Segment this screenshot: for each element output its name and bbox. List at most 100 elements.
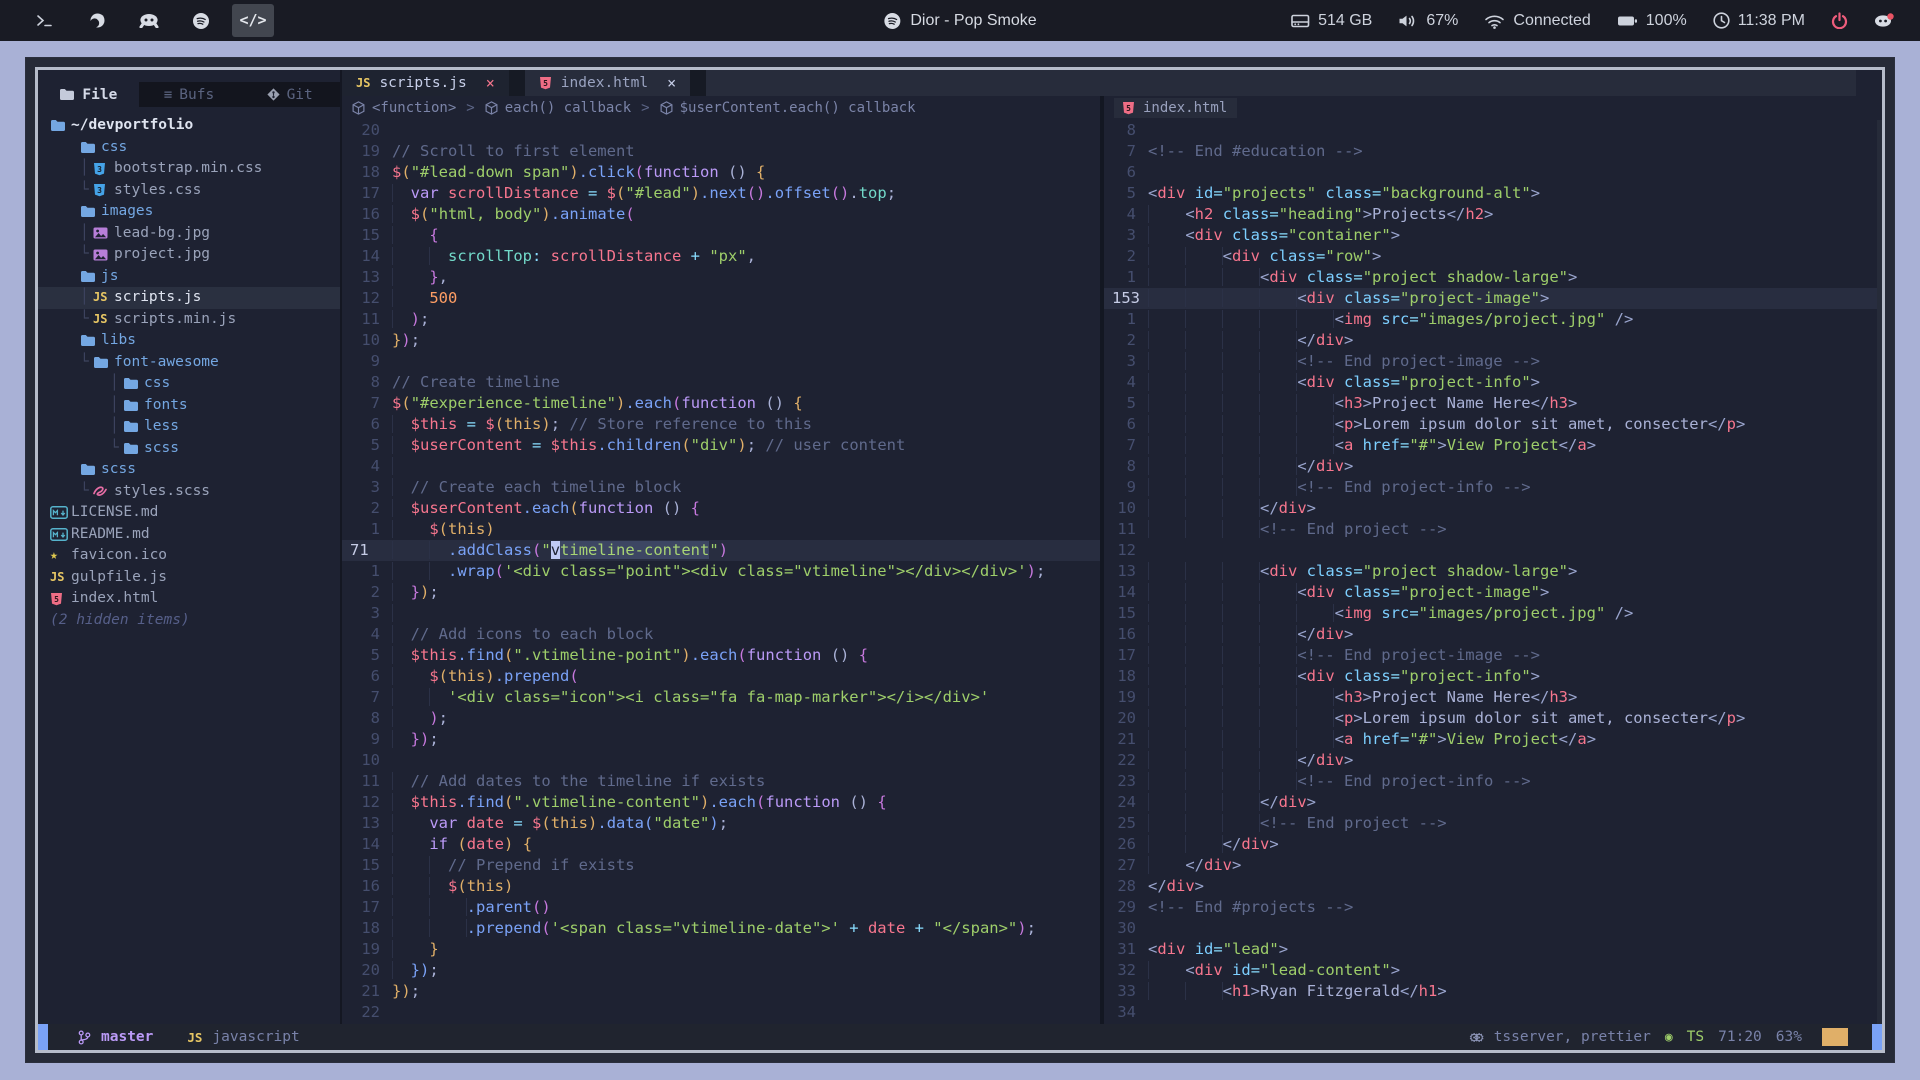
code-line[interactable]: 16 $("html, body").animate( xyxy=(342,204,1100,225)
code-line[interactable]: 15 <img src="images/project.jpg" /> xyxy=(1104,603,1882,624)
tree-item-font-awesome[interactable]: └font-awesome xyxy=(38,352,340,374)
workspace-spotify-button[interactable] xyxy=(180,4,222,37)
code-line[interactable]: 14 scrollTop: scrollDistance + "px", xyxy=(342,246,1100,267)
code-line[interactable]: 3 <div class="container"> xyxy=(1104,225,1882,246)
tree-item-project.jpg[interactable]: └project.jpg xyxy=(38,244,340,266)
code-line[interactable]: 8// Create timeline xyxy=(342,372,1100,393)
code-line[interactable]: 6 <p>Lorem ipsum dolor sit amet, consect… xyxy=(1104,414,1882,435)
code-line[interactable]: 3 // Create each timeline block xyxy=(342,477,1100,498)
now-playing[interactable]: Dior - Pop Smoke xyxy=(883,0,1036,41)
tree-item-LICENSE.md[interactable]: LICENSE.md xyxy=(38,502,340,524)
close-icon[interactable]: × xyxy=(486,74,495,92)
code-line[interactable]: 12 xyxy=(1104,540,1882,561)
code-line[interactable]: 26 </div> xyxy=(1104,834,1882,855)
breadcrumb-segment[interactable]: each() callback xyxy=(485,100,631,116)
tree-item-fonts[interactable]: │fonts xyxy=(38,395,340,417)
tree-item-favicon.ico[interactable]: ★favicon.ico xyxy=(38,545,340,567)
tree-item-README.md[interactable]: README.md xyxy=(38,524,340,546)
code-line[interactable]: 19// Scroll to first element xyxy=(342,141,1100,162)
code-line[interactable]: 4 xyxy=(342,456,1100,477)
code-line[interactable]: 12 $this.find(".vtimeline-content").each… xyxy=(342,792,1100,813)
code-line[interactable]: 13 }, xyxy=(342,267,1100,288)
code-line[interactable]: 31<div id="lead"> xyxy=(1104,939,1882,960)
code-line[interactable]: 1 .wrap('<div class="point"><div class="… xyxy=(342,561,1100,582)
code-line[interactable]: 5<div id="projects" class="background-al… xyxy=(1104,183,1882,204)
code-line[interactable]: 11 ); xyxy=(342,309,1100,330)
code-line[interactable]: 16 $(this) xyxy=(342,876,1100,897)
code-line[interactable]: 34 xyxy=(1104,1002,1882,1023)
tray-volume[interactable]: 67% xyxy=(1398,12,1458,30)
code-line[interactable]: 7$("#experience-timeline").each(function… xyxy=(342,393,1100,414)
code-line[interactable]: 23 <!-- End project-info --> xyxy=(1104,771,1882,792)
tree-item-less[interactable]: │less xyxy=(38,416,340,438)
code-line[interactable]: 16 </div> xyxy=(1104,624,1882,645)
code-line[interactable]: 2 $userContent.each(function () { xyxy=(342,498,1100,519)
breadcrumb-segment[interactable]: <function> xyxy=(352,100,456,116)
breadcrumb-segment[interactable]: $userContent.each() callback xyxy=(660,100,916,116)
code-line[interactable]: 13 <div class="project shadow-large"> xyxy=(1104,561,1882,582)
code-line[interactable]: 5 $userContent = $this.children("div"); … xyxy=(342,435,1100,456)
tab-index.html[interactable]: 5index.html× xyxy=(525,70,690,96)
tree-item-lead-bg.jpg[interactable]: │lead-bg.jpg xyxy=(38,223,340,245)
tree-item-scss[interactable]: └scss xyxy=(38,438,340,460)
code-line[interactable]: 22 </div> xyxy=(1104,750,1882,771)
tree-item-gulpfile.js[interactable]: JSgulpfile.js xyxy=(38,567,340,589)
workspace-code-button[interactable]: </> xyxy=(232,4,274,37)
git-branch-label[interactable]: master xyxy=(101,1029,153,1045)
code-line[interactable]: 17 .parent() xyxy=(342,897,1100,918)
code-line[interactable]: 1 <img src="images/project.jpg" /> xyxy=(1104,309,1882,330)
code-line[interactable]: 28</div> xyxy=(1104,876,1882,897)
code-line[interactable]: 10 </div> xyxy=(1104,498,1882,519)
workspace-moon-button[interactable] xyxy=(76,4,118,37)
code-line[interactable]: 9 <!-- End project-info --> xyxy=(1104,477,1882,498)
tray-clock[interactable]: 11:38 PM xyxy=(1713,12,1805,30)
code-line[interactable]: 18$("#lead-down span").click(function ()… xyxy=(342,162,1100,183)
code-line[interactable]: 7 '<div class="icon"><i class="fa fa-map… xyxy=(342,687,1100,708)
code-line[interactable]: 18 <div class="project-info"> xyxy=(1104,666,1882,687)
code-line[interactable]: 27 </div> xyxy=(1104,855,1882,876)
code-line[interactable]: 8 </div> xyxy=(1104,456,1882,477)
code-line[interactable]: 21 <a href="#">View Project</a> xyxy=(1104,729,1882,750)
code-line[interactable]: 8 xyxy=(1104,120,1882,141)
code-line[interactable]: 4 // Add icons to each block xyxy=(342,624,1100,645)
code-line[interactable]: 24 </div> xyxy=(1104,792,1882,813)
code-line[interactable]: 7<!-- End #education --> xyxy=(1104,141,1882,162)
code-line[interactable]: 19 } xyxy=(342,939,1100,960)
tree-item-~devportfolio[interactable]: ~/devportfolio xyxy=(38,115,340,137)
workspace-terminal-button[interactable] xyxy=(24,4,66,37)
code-line[interactable]: 22 xyxy=(342,1002,1100,1023)
tray-wifi[interactable]: Connected xyxy=(1484,12,1590,30)
code-line[interactable]: 2 <div class="row"> xyxy=(1104,246,1882,267)
code-line-current[interactable]: 71 .addClass("vtimeline-content") xyxy=(342,540,1100,561)
tree-item-css[interactable]: css xyxy=(38,137,340,159)
tree-item-js[interactable]: js xyxy=(38,266,340,288)
code-line[interactable]: 15 { xyxy=(342,225,1100,246)
tray-battery[interactable]: 100% xyxy=(1617,12,1687,30)
code-line-current[interactable]: 153 <div class="project-image"> xyxy=(1104,288,1882,309)
explorer-tab-bufs[interactable]: ≡Bufs xyxy=(139,82,240,107)
tray-disk[interactable]: 514 GB xyxy=(1291,12,1372,30)
code-area-index-html[interactable]: 87<!-- End #education -->65<div id="proj… xyxy=(1104,120,1882,1023)
workspace-discord-button[interactable] xyxy=(128,4,170,37)
code-line[interactable]: 1 <div class="project shadow-large"> xyxy=(1104,267,1882,288)
close-icon[interactable]: × xyxy=(667,74,676,92)
tree-item-images[interactable]: images xyxy=(38,201,340,223)
code-line[interactable]: 5 <h3>Project Name Here</h3> xyxy=(1104,393,1882,414)
editor-pane-index-html[interactable]: 5 index.html 87<!-- End #education -->65… xyxy=(1104,96,1882,1024)
tree-item-styles.scss[interactable]: └styles.scss xyxy=(38,481,340,503)
tree-item-scripts.min.js[interactable]: └JSscripts.min.js xyxy=(38,309,340,331)
code-area-scripts-js[interactable]: 2019// Scroll to first element18$("#lead… xyxy=(342,120,1100,1023)
code-line[interactable]: 20 xyxy=(342,120,1100,141)
code-line[interactable]: 29<!-- End #projects --> xyxy=(1104,897,1882,918)
code-line[interactable]: 15 // Prepend if exists xyxy=(342,855,1100,876)
code-line[interactable]: 5 $this.find(".vtimeline-point").each(fu… xyxy=(342,645,1100,666)
code-line[interactable]: 20 <p>Lorem ipsum dolor sit amet, consec… xyxy=(1104,708,1882,729)
tree-item-css[interactable]: │css xyxy=(38,373,340,395)
code-line[interactable]: 17 var scrollDistance = $("#lead").next(… xyxy=(342,183,1100,204)
tab-scripts.js[interactable]: JSscripts.js× xyxy=(342,70,509,96)
code-line[interactable]: 10}); xyxy=(342,330,1100,351)
code-line[interactable]: 32 <div id="lead-content"> xyxy=(1104,960,1882,981)
code-line[interactable]: 12 500 xyxy=(342,288,1100,309)
code-line[interactable]: 3 <!-- End project-image --> xyxy=(1104,351,1882,372)
code-line[interactable]: 1 $(this) xyxy=(342,519,1100,540)
